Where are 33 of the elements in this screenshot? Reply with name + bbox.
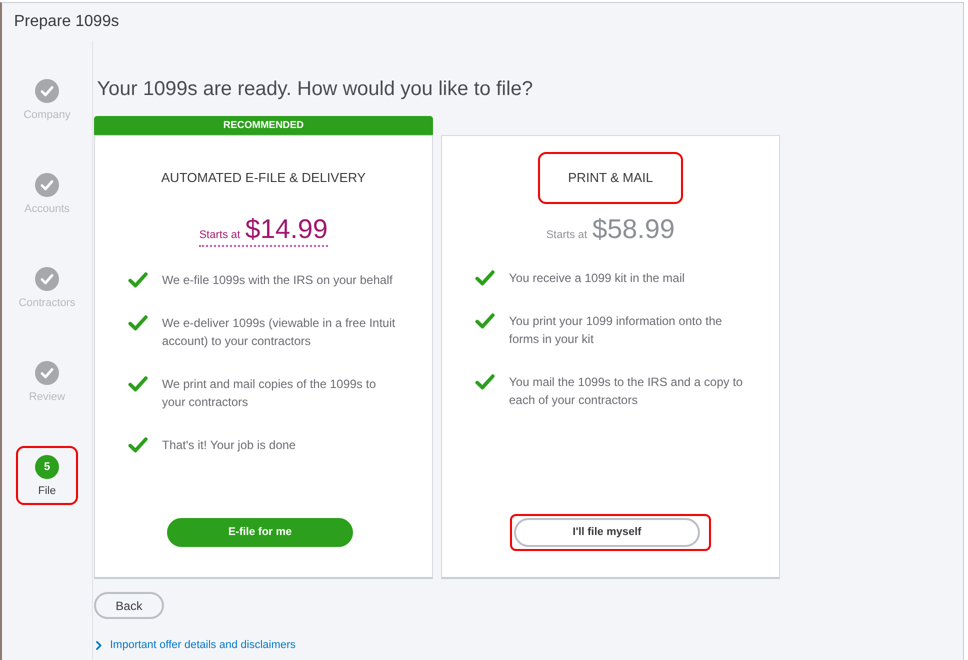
feature-text: You print your 1099 information onto the forms in your kit: [509, 313, 724, 348]
check-icon: [128, 437, 148, 453]
plan-title: PRINT & MAIL: [568, 169, 653, 188]
file-myself-button[interactable]: I'll file myself: [514, 518, 700, 547]
step-label: Accounts: [24, 202, 70, 216]
recommended-banner: RECOMMENDED: [94, 116, 433, 135]
feature-text: We e-file 1099s with the IRS on your behalf: [162, 272, 394, 289]
price-prefix: Starts at: [199, 228, 240, 243]
price-amount: $14.99: [245, 213, 328, 245]
page-heading: Your 1099s are ready. How would you like to file?: [96, 77, 534, 101]
feature-text: We e-deliver 1099s (viewable in a free Intuit account) to your contractors: [162, 315, 396, 350]
plan-title: AUTOMATED E-FILE & DELIVERY: [161, 169, 366, 188]
disclaimers-link[interactable]: Important offer details and disclaimers: [110, 637, 296, 654]
check-icon: [475, 270, 495, 286]
check-icon: [128, 376, 148, 392]
step-label: Review: [28, 390, 66, 404]
feature-text: You receive a 1099 kit in the mail: [509, 270, 686, 287]
step-label: Contractors: [18, 296, 76, 310]
back-button[interactable]: Back: [94, 592, 164, 619]
feature-text: We print and mail copies of the 1099s to your contractors: [162, 376, 377, 411]
check-icon: [128, 315, 148, 331]
feature-text: That's it! Your job is done: [162, 437, 297, 454]
price-link[interactable]: Starts at $14.99: [199, 213, 328, 247]
window-title: Prepare 1099s: [14, 13, 119, 30]
check-icon: [475, 374, 495, 390]
price-amount: $58.99: [592, 213, 675, 245]
step-label: Company: [23, 108, 71, 122]
check-icon: [128, 272, 148, 288]
check-icon: [475, 313, 495, 329]
price-prefix: Starts at: [546, 228, 588, 243]
feature-text: You mail the 1099s to the IRS and a copy to each of your contractors: [509, 374, 744, 409]
step-number: 5: [35, 455, 59, 479]
step-label: File: [38, 484, 56, 498]
